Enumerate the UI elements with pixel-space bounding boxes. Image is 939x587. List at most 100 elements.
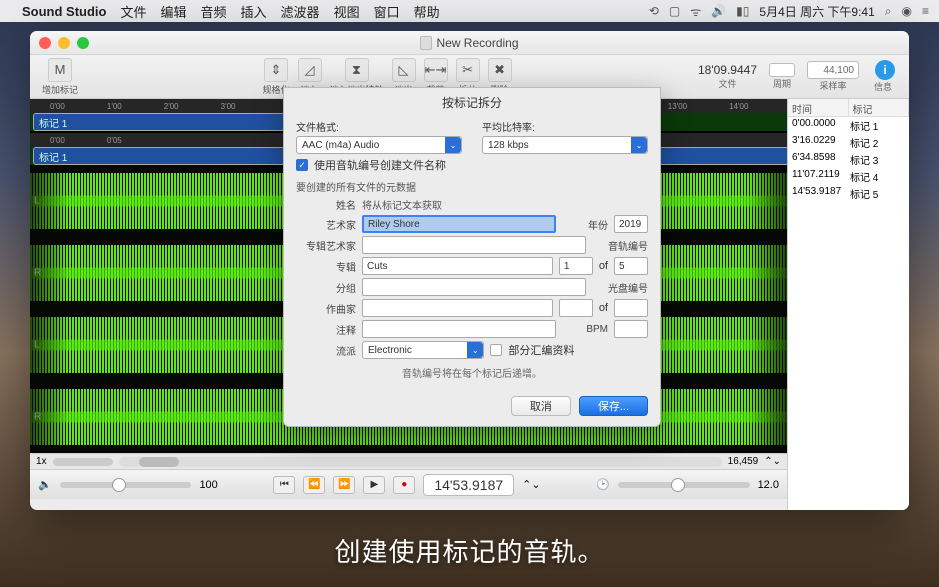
add-marker-button[interactable]: M 增加标记 bbox=[42, 58, 78, 96]
marker-row[interactable]: 3'16.0229标记 2 bbox=[788, 134, 909, 151]
split-icon: ✂ bbox=[456, 58, 480, 82]
cancel-button[interactable]: 取消 bbox=[511, 396, 571, 416]
delete-icon: ✖ bbox=[488, 58, 512, 82]
info-button[interactable]: i信息 bbox=[871, 60, 895, 93]
status-airplay-icon[interactable]: ▢ bbox=[669, 4, 680, 18]
marker-row[interactable]: 0'00.0000标记 1 bbox=[788, 117, 909, 134]
col-time[interactable]: 时间 bbox=[788, 99, 849, 116]
split-by-marker-dialog: 按标记拆分 文件格式: AAC (m4a) Audio⌄ 平均比特率: 128 … bbox=[283, 87, 661, 427]
dialog-hint: 音轨编号将在每个标记后递增。 bbox=[296, 365, 648, 380]
bitrate-select[interactable]: 128 kbps⌄ bbox=[482, 136, 648, 154]
chevron-down-icon: ⌄ bbox=[445, 137, 461, 153]
document-icon bbox=[420, 36, 432, 50]
status-battery-icon[interactable]: ▮▯ bbox=[736, 4, 749, 18]
dialog-title: 按标记拆分 bbox=[284, 88, 660, 115]
menu-help[interactable]: 帮助 bbox=[414, 2, 440, 21]
window-title: New Recording bbox=[436, 36, 518, 50]
status-sync-icon[interactable]: ⟲ bbox=[649, 4, 659, 18]
volume-slider[interactable] bbox=[60, 482, 192, 488]
forward-button[interactable]: ⏩ bbox=[333, 476, 355, 494]
fadein-icon: ◿ bbox=[298, 58, 322, 82]
year-input[interactable]: 2019 bbox=[614, 215, 648, 233]
chevron-down-icon: ⌄ bbox=[631, 137, 647, 153]
transport-bar: 🔈 100 ⏮ ⏪ ⏩ ▶ ● 14'53.9187 ⌃⌄ 🕑 12.0 bbox=[30, 469, 787, 499]
track-no-input[interactable]: 1 bbox=[559, 257, 593, 275]
cursor-pos: 16,459 bbox=[728, 456, 759, 467]
file-duration: 18'09.9447文件 bbox=[698, 63, 757, 90]
record-button[interactable]: ● bbox=[393, 476, 415, 494]
play-button[interactable]: ▶ bbox=[363, 476, 385, 494]
marker-row[interactable]: 6'34.8598标记 3 bbox=[788, 151, 909, 168]
window-minimize[interactable] bbox=[58, 37, 70, 49]
marker-list: 时间 标记 0'00.0000标记 1 3'16.0229标记 2 6'34.8… bbox=[787, 99, 909, 510]
group-input[interactable] bbox=[362, 278, 586, 296]
col-marker[interactable]: 标记 bbox=[849, 99, 910, 116]
window-close[interactable] bbox=[39, 37, 51, 49]
zoom-level: 1x bbox=[36, 456, 47, 467]
file-format-label: 文件格式: bbox=[296, 119, 462, 134]
speed-value: 12.0 bbox=[758, 479, 779, 491]
status-wifi-icon[interactable]: ᯤ bbox=[690, 3, 701, 20]
notification-center-icon[interactable]: ≡ bbox=[922, 4, 929, 18]
overview-marker[interactable]: 标记 1 bbox=[33, 113, 285, 131]
disc-total-input[interactable] bbox=[614, 299, 648, 317]
sample-rate[interactable]: 44,100采样率 bbox=[807, 61, 859, 92]
disc-no-input[interactable] bbox=[559, 299, 593, 317]
bpm-input[interactable] bbox=[614, 320, 648, 338]
status-datetime[interactable]: 5月4日 周六 下午9:41 bbox=[759, 3, 874, 20]
genre-select[interactable]: Electronic⌄ bbox=[362, 341, 484, 359]
normalize-icon: ⇕ bbox=[264, 58, 288, 82]
rewind-button[interactable]: ⏪ bbox=[303, 476, 325, 494]
marketing-caption: 创建使用标记的音轨。 bbox=[0, 532, 939, 569]
status-volume-icon[interactable]: 🔊 bbox=[711, 4, 726, 18]
composer-input[interactable] bbox=[362, 299, 553, 317]
chevron-down-icon: ⌄ bbox=[467, 342, 483, 358]
trim-icon: ⇤⇥ bbox=[424, 58, 448, 82]
cycle-toggle[interactable]: 周期 bbox=[769, 63, 795, 90]
fadefx-icon: ⧗ bbox=[345, 58, 369, 82]
metadata-header: 要创建的所有文件的元数据 bbox=[296, 179, 648, 194]
time-display[interactable]: 14'53.9187 bbox=[423, 474, 514, 496]
menu-insert[interactable]: 插入 bbox=[241, 2, 267, 21]
compilation-label: 部分汇编资料 bbox=[508, 342, 574, 358]
menu-filter[interactable]: 滤波器 bbox=[281, 2, 320, 21]
use-tracknum-label: 使用音轨编号创建文件名称 bbox=[314, 157, 446, 173]
save-button[interactable]: 保存... bbox=[579, 396, 648, 416]
speed-icon: 🕑 bbox=[596, 478, 610, 491]
vol-icon: 🔈 bbox=[38, 478, 52, 491]
titlebar[interactable]: New Recording bbox=[30, 31, 909, 55]
volume-value: 100 bbox=[199, 479, 217, 491]
stepper-icon[interactable]: ⌃⌄ bbox=[764, 456, 781, 467]
window-zoom[interactable] bbox=[77, 37, 89, 49]
zoom-slider[interactable] bbox=[53, 458, 113, 466]
bitrate-label: 平均比特率: bbox=[482, 119, 648, 134]
menu-file[interactable]: 文件 bbox=[120, 2, 146, 21]
marker-row[interactable]: 14'53.9187标记 5 bbox=[788, 185, 909, 202]
file-format-select[interactable]: AAC (m4a) Audio⌄ bbox=[296, 136, 462, 154]
zoom-scrollbar[interactable]: 1x 16,459 ⌃⌄ bbox=[30, 453, 787, 469]
comment-input[interactable] bbox=[362, 320, 556, 338]
name-readonly: 将从标记文本获取 bbox=[362, 197, 648, 212]
menu-window[interactable]: 窗口 bbox=[374, 2, 400, 21]
menu-edit[interactable]: 编辑 bbox=[161, 2, 187, 21]
track-total-input[interactable]: 5 bbox=[614, 257, 648, 275]
h-scrollbar[interactable] bbox=[119, 457, 722, 467]
fadeout-icon: ◺ bbox=[392, 58, 416, 82]
album-input[interactable]: Cuts bbox=[362, 257, 553, 275]
spotlight-icon[interactable]: ⌕ bbox=[885, 4, 892, 19]
use-tracknum-checkbox[interactable]: ✓ bbox=[296, 159, 308, 171]
album-artist-input[interactable] bbox=[362, 236, 586, 254]
speed-slider[interactable] bbox=[618, 482, 750, 488]
info-icon: i bbox=[875, 60, 895, 80]
marker-icon: M bbox=[48, 58, 72, 82]
go-start-button[interactable]: ⏮ bbox=[273, 476, 295, 494]
marker-row[interactable]: 11'07.2119标记 4 bbox=[788, 168, 909, 185]
menu-view[interactable]: 视图 bbox=[334, 2, 360, 21]
compilation-checkbox[interactable] bbox=[490, 344, 502, 356]
menu-audio[interactable]: 音频 bbox=[201, 2, 227, 21]
artist-input[interactable]: Riley Shore bbox=[362, 215, 556, 233]
time-stepper[interactable]: ⌃⌄ bbox=[522, 478, 540, 491]
menubar: Sound Studio 文件 编辑 音频 插入 滤波器 视图 窗口 帮助 ⟲ … bbox=[0, 0, 939, 22]
app-name[interactable]: Sound Studio bbox=[22, 4, 106, 19]
siri-icon[interactable]: ◉ bbox=[902, 4, 912, 18]
